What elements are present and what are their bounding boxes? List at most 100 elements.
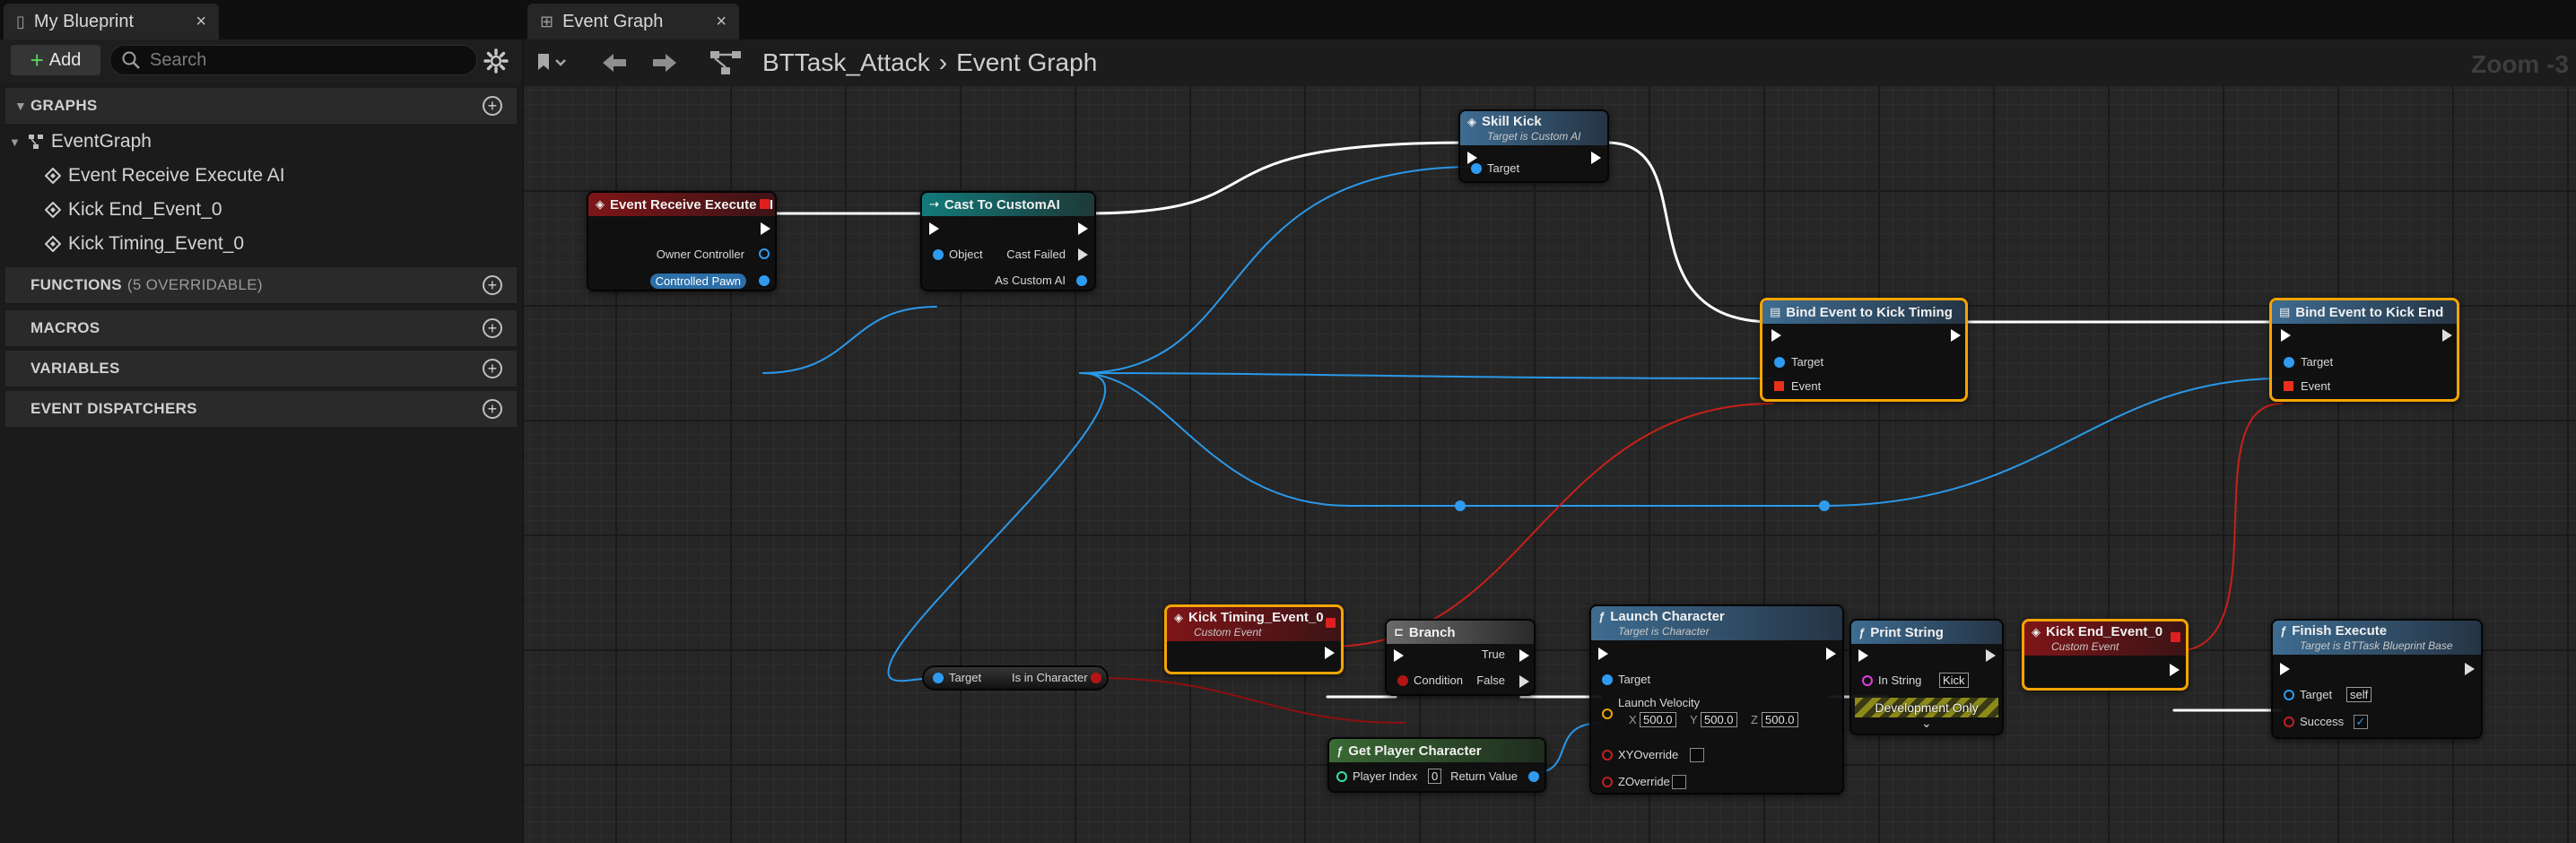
node-print-string[interactable]: ƒ Print String In String Kick Developmen… <box>1849 619 2004 735</box>
section-functions[interactable]: FUNCTIONS (5 OVERRIDABLE) + <box>5 267 517 303</box>
forward-arrow-icon[interactable] <box>651 48 678 77</box>
node-bind-event-kick-timing[interactable]: ▤ Bind Event to Kick Timing Target Event <box>1760 298 1968 402</box>
success-pin[interactable] <box>2284 717 2294 727</box>
exec-out-pin[interactable] <box>1325 647 1335 659</box>
delegate-pin[interactable] <box>2171 632 2180 642</box>
target-pin[interactable] <box>1774 357 1785 368</box>
node-event-receive-execute-ai[interactable]: ◈ Event Receive Execute AI Owner Control… <box>587 191 777 291</box>
event-delegate-pin[interactable] <box>2284 381 2293 391</box>
player-index-field[interactable]: 0 <box>1428 769 1442 784</box>
node-branch[interactable]: ⊏ Branch True Condition False <box>1385 619 1536 696</box>
owner-controller-pin[interactable] <box>759 248 770 259</box>
tree-item-kick-timing-event[interactable]: Kick Timing_Event_0 <box>44 233 244 255</box>
target-pin[interactable] <box>1602 674 1613 685</box>
exec-out-pin[interactable] <box>761 222 770 235</box>
exec-out-pin[interactable] <box>1591 152 1601 164</box>
delegate-pin[interactable] <box>1326 618 1336 628</box>
tab-event-graph[interactable]: ⊞ Event Graph × <box>527 4 739 39</box>
tree-item-event-receive-execute-ai[interactable]: Event Receive Execute AI <box>44 165 285 187</box>
exec-out-pin[interactable] <box>2442 329 2452 342</box>
launch-velocity-pin[interactable] <box>1602 708 1613 719</box>
close-icon[interactable]: × <box>196 12 206 32</box>
exec-in-pin[interactable] <box>929 222 939 235</box>
node-is-in-character[interactable]: Target Is in Character <box>922 665 1109 691</box>
target-self-field[interactable]: self <box>2346 687 2372 702</box>
tree-item-kick-end-event[interactable]: Kick End_Event_0 <box>44 199 222 221</box>
back-arrow-icon[interactable] <box>601 48 628 77</box>
node-finish-execute[interactable]: ƒ Finish Execute Target is BTTask Bluepri… <box>2271 619 2483 739</box>
search-input[interactable] <box>150 49 455 71</box>
exec-out-pin[interactable] <box>1078 222 1088 235</box>
target-pin[interactable] <box>2284 357 2294 368</box>
expand-chevron-icon[interactable]: ⌄ <box>1921 716 1932 731</box>
node-kick-timing-event[interactable]: ◈ Kick Timing_Event_0 Custom Event <box>1164 604 1344 674</box>
exec-out-pin[interactable] <box>1951 329 1961 342</box>
target-pin[interactable] <box>933 673 944 683</box>
in-string-field[interactable]: Kick <box>1939 673 1969 688</box>
add-function-icon[interactable]: + <box>483 275 502 295</box>
exec-in-pin[interactable] <box>2280 663 2290 675</box>
node-cast-to-customai[interactable]: ⇢ Cast To CustomAI Object Cast Failed As… <box>920 191 1096 291</box>
controlled-pawn-pin[interactable] <box>759 275 770 286</box>
gear-icon[interactable] <box>483 48 509 74</box>
exec-out-pin[interactable] <box>2170 664 2180 676</box>
add-variable-icon[interactable]: + <box>483 359 502 378</box>
player-index-pin[interactable] <box>1336 771 1347 782</box>
bookmark-icon[interactable] <box>535 48 570 77</box>
section-event-dispatchers[interactable]: EVENT DISPATCHERS + <box>5 391 517 427</box>
breadcrumb-graph[interactable]: Event Graph <box>956 48 1097 77</box>
tree-item-eventgraph[interactable]: ▼ EventGraph <box>9 131 152 152</box>
exec-in-pin[interactable] <box>1598 647 1608 660</box>
exec-in-pin[interactable] <box>2281 329 2291 342</box>
cast-failed-pin[interactable] <box>1078 248 1088 261</box>
in-string-pin[interactable] <box>1862 675 1873 686</box>
section-variables[interactable]: VARIABLES + <box>5 351 517 387</box>
node-skill-kick[interactable]: ◈ Skill Kick Target is Custom AI Target <box>1458 109 1609 183</box>
xy-override-pin[interactable] <box>1602 750 1613 760</box>
close-icon[interactable]: × <box>716 12 727 32</box>
add-graph-icon[interactable]: + <box>483 96 502 116</box>
reroute-node[interactable] <box>1455 500 1466 511</box>
exec-in-pin[interactable] <box>1858 649 1868 662</box>
z-override-checkbox[interactable] <box>1672 775 1686 789</box>
return-value-pin[interactable] <box>1528 771 1539 782</box>
pin-label-return-value: Return Value <box>1450 769 1518 783</box>
breadcrumb-asset[interactable]: BTTask_Attack <box>762 48 930 77</box>
delegate-pin[interactable] <box>760 199 770 209</box>
xy-override-checkbox[interactable] <box>1690 748 1704 762</box>
search-box[interactable] <box>109 45 477 75</box>
velocity-x-field[interactable]: 500.0 <box>1640 712 1676 727</box>
reroute-node[interactable] <box>1819 500 1830 511</box>
section-macros[interactable]: MACROS + <box>5 310 517 346</box>
event-delegate-pin[interactable] <box>1774 381 1784 391</box>
target-pin[interactable] <box>1471 163 1482 174</box>
node-kick-end-event[interactable]: ◈ Kick End_Event_0 Custom Event <box>2022 619 2189 691</box>
add-button[interactable]: + Add <box>11 45 100 75</box>
add-dispatcher-icon[interactable]: + <box>483 399 502 419</box>
exec-in-pin[interactable] <box>1771 329 1781 342</box>
section-graphs[interactable]: ▼ GRAPHS + <box>5 88 517 124</box>
add-macro-icon[interactable]: + <box>483 318 502 338</box>
node-get-player-character[interactable]: ƒ Get Player Character Player Index 0 Re… <box>1327 737 1546 793</box>
exec-out-pin[interactable] <box>1826 647 1836 660</box>
as-custom-ai-pin[interactable] <box>1076 275 1087 286</box>
tab-my-blueprint[interactable]: ▯ My Blueprint × <box>4 4 219 39</box>
velocity-z-field[interactable]: 500.0 <box>1762 712 1798 727</box>
condition-pin[interactable] <box>1397 675 1408 686</box>
exec-out-pin[interactable] <box>1986 649 1996 662</box>
velocity-y-field[interactable]: 500.0 <box>1701 712 1737 727</box>
exec-in-pin[interactable] <box>1467 152 1477 164</box>
object-pin[interactable] <box>933 249 944 260</box>
success-checkbox[interactable]: ✓ <box>2354 715 2368 729</box>
node-launch-character[interactable]: ƒ Launch Character Target is Character Ta… <box>1589 604 1844 795</box>
is-in-character-out-pin[interactable] <box>1091 673 1101 683</box>
node-bind-event-kick-end[interactable]: ▤ Bind Event to Kick End Target Event <box>2269 298 2459 402</box>
graph-canvas[interactable]: ◈ Event Receive Execute AI Owner Control… <box>524 86 2576 843</box>
true-exec-pin[interactable] <box>1519 649 1529 662</box>
false-exec-pin[interactable] <box>1519 675 1529 688</box>
exec-out-pin[interactable] <box>2465 663 2475 675</box>
z-override-pin[interactable] <box>1602 777 1613 787</box>
exec-in-pin[interactable] <box>1394 649 1404 662</box>
target-pin[interactable] <box>2284 690 2294 700</box>
section-label: GRAPHS <box>30 97 98 114</box>
